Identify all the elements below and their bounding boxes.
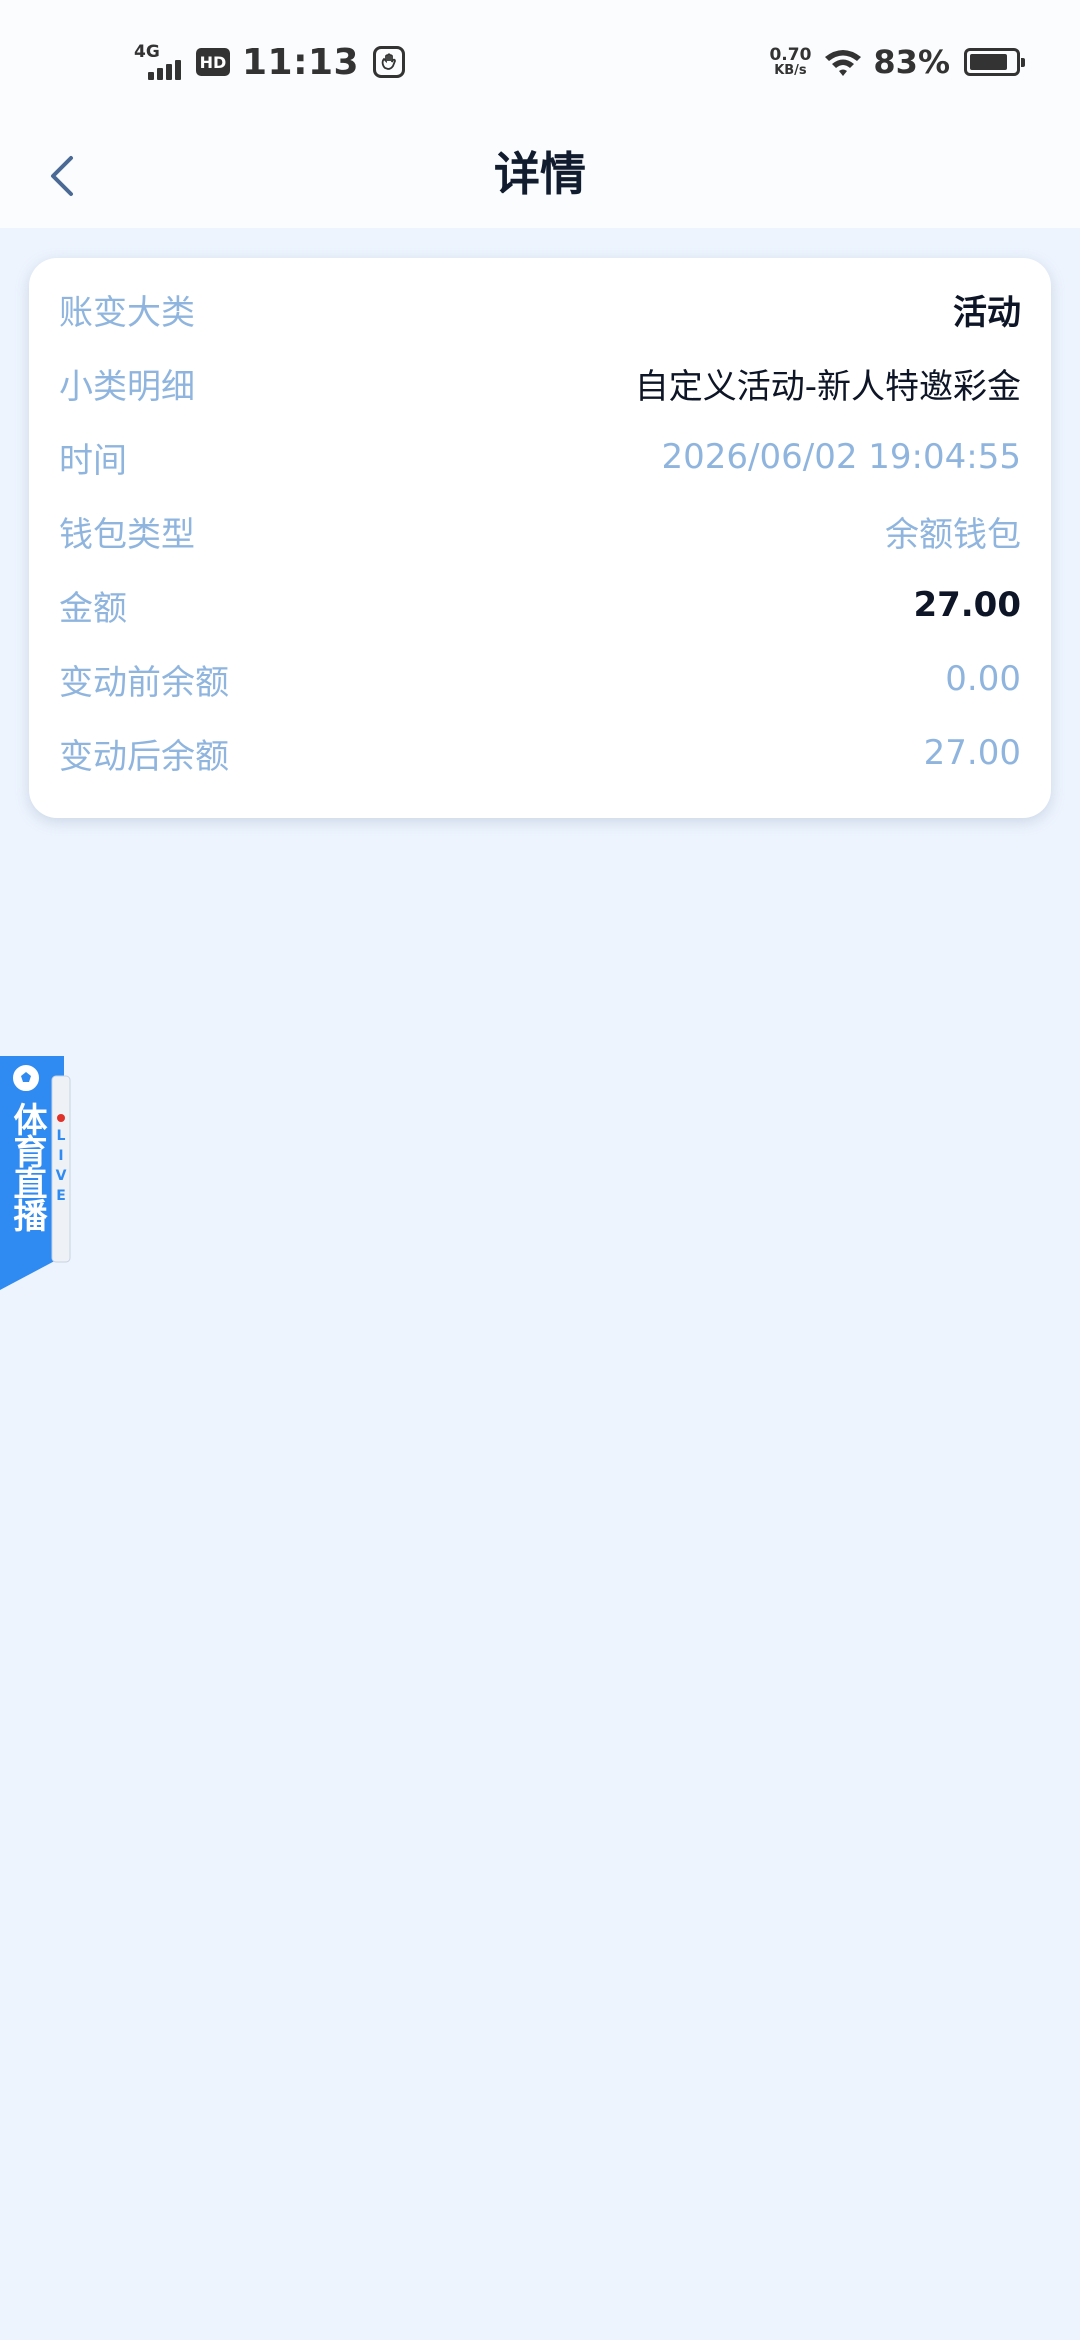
clock: 11:13 — [242, 41, 360, 83]
detail-row-wallet-type: 钱包类型 余额钱包 — [59, 494, 1021, 568]
battery-fill — [970, 54, 1007, 70]
status-bar: 4G HD 11:13 0.70 KB/s 83% — [0, 0, 1080, 120]
detail-label: 钱包类型 — [59, 514, 195, 555]
signal-bar — [148, 72, 154, 80]
detail-label: 变动后余额 — [59, 736, 229, 777]
detail-row-category: 账变大类 活动 — [59, 272, 1021, 346]
detail-value: 2026/06/02 19:04:55 — [661, 437, 1021, 477]
detail-row-balance-after: 变动后余额 27.00 — [59, 716, 1021, 790]
network-speed-value: 0.70 — [769, 45, 812, 65]
wifi-icon — [825, 50, 862, 76]
signal-bar — [157, 68, 163, 80]
sports-live-float-button[interactable]: 体育直播 LIVE — [0, 1056, 72, 1290]
battery-percent: 83% — [873, 43, 950, 81]
chevron-left-icon — [51, 156, 73, 196]
detail-value: 活动 — [953, 292, 1021, 333]
detail-row-amount: 金额 27.00 — [59, 568, 1021, 642]
detail-row-subcategory: 小类明细 自定义活动-新人特邀彩金 — [59, 346, 1021, 420]
battery-icon — [964, 48, 1025, 76]
signal-bar — [166, 64, 172, 80]
detail-label: 金额 — [59, 588, 127, 629]
nav-bar: 详情 — [0, 120, 1080, 228]
detail-value: 27.00 — [923, 733, 1021, 773]
live-badge: LIVE — [53, 1128, 69, 1208]
hd-icon: HD — [196, 48, 230, 76]
hand-icon — [381, 53, 396, 70]
app-notification-icon — [373, 46, 406, 78]
signal-icon: 4G — [134, 42, 186, 82]
signal-bar — [175, 60, 181, 80]
back-button[interactable] — [26, 140, 98, 212]
detail-label: 时间 — [59, 440, 127, 481]
detail-value: 0.00 — [945, 659, 1021, 699]
detail-label: 账变大类 — [59, 292, 195, 333]
detail-value: 余额钱包 — [885, 514, 1021, 555]
page-title: 详情 — [494, 147, 586, 201]
detail-value: 自定义活动-新人特邀彩金 — [634, 366, 1021, 407]
detail-label: 变动前余额 — [59, 662, 229, 703]
detail-value: 27.00 — [913, 585, 1021, 625]
status-bar-left: 4G HD 11:13 — [134, 34, 406, 90]
network-speed-unit: KB/s — [774, 63, 807, 78]
detail-row-time: 时间 2026/06/02 19:04:55 — [59, 420, 1021, 494]
status-bar-right: 0.70 KB/s 83% — [769, 34, 1025, 90]
detail-row-balance-before: 变动前余额 0.00 — [59, 642, 1021, 716]
battery-tip — [1021, 58, 1025, 67]
detail-card: 账变大类 活动 小类明细 自定义活动-新人特邀彩金 时间 2026/06/02 … — [29, 258, 1051, 818]
network-type-label: 4G — [134, 42, 160, 62]
network-speed: 0.70 KB/s — [769, 45, 812, 78]
sports-live-title: 体育直播 — [7, 1102, 47, 1230]
detail-label: 小类明细 — [59, 366, 195, 407]
